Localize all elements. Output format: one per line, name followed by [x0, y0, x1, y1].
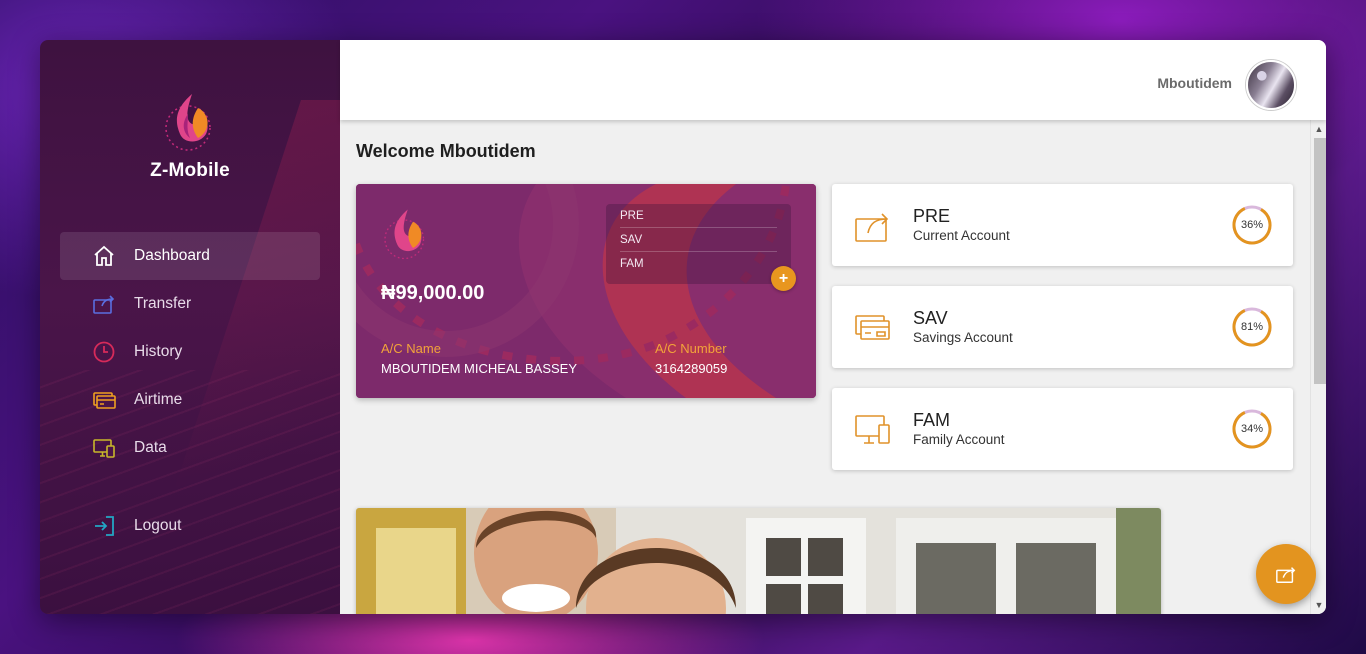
sidebar-item-history[interactable]: History — [60, 328, 320, 376]
user-name[interactable]: Mboutidem — [1157, 75, 1232, 91]
share-icon — [855, 213, 889, 242]
account-code: SAV — [913, 308, 948, 328]
quick-transfer-button[interactable] — [1256, 544, 1316, 604]
card-logo-icon — [384, 209, 425, 260]
sidebar-item-airtime[interactable]: Airtime — [60, 376, 320, 424]
sidebar-item-label: Data — [134, 439, 167, 456]
brand-name: Z-Mobile — [150, 160, 230, 181]
sidebar-item-data[interactable]: Data — [60, 424, 320, 472]
sidebar-item-label: Transfer — [134, 295, 192, 312]
card-account-item[interactable]: PRE — [620, 204, 777, 228]
account-tile-fam[interactable]: FAM Family Account 34% — [832, 388, 1293, 470]
dashboard-content: Welcome Mboutidem PRE SAV FAM + ₦99,000.… — [340, 120, 1310, 614]
add-account-button[interactable]: + — [771, 266, 796, 291]
sidebar-nav: Dashboard Transfer History Airtime Data … — [60, 232, 320, 550]
transfer-icon — [92, 292, 116, 316]
balance-card: PRE SAV FAM + ₦99,000.00 A/C Name MBOUTI… — [356, 184, 816, 398]
card-account-item[interactable]: FAM — [620, 252, 777, 276]
balance-amount: ₦99,000.00 — [381, 282, 485, 304]
cards-icon — [855, 315, 890, 340]
progress-label: 81% — [1240, 321, 1264, 333]
logout-icon — [92, 514, 116, 538]
card-account-list: PRE SAV FAM — [606, 204, 791, 284]
share-icon — [1276, 567, 1296, 583]
brand-logo-icon — [165, 94, 211, 151]
clock-icon — [92, 340, 116, 364]
sidebar-item-label: Airtime — [134, 391, 183, 408]
account-name-label: A/C Name — [381, 341, 441, 356]
scroll-down-arrow-icon[interactable]: ▼ — [1313, 599, 1325, 611]
vertical-scrollbar[interactable]: ▲ ▼ — [1310, 120, 1326, 614]
sidebar-item-logout[interactable]: Logout — [60, 502, 320, 550]
home-icon — [92, 244, 116, 268]
scroll-thumb[interactable] — [1314, 138, 1326, 384]
progress-label: 36% — [1240, 219, 1264, 231]
page-title: Welcome Mboutidem — [356, 141, 536, 161]
account-tile-sav[interactable]: SAV Savings Account 81% — [832, 286, 1293, 368]
sidebar-item-label: Dashboard — [134, 247, 210, 264]
sidebar-item-label: History — [134, 343, 183, 360]
card-account-item[interactable]: SAV — [620, 228, 777, 252]
scroll-up-arrow-icon[interactable]: ▲ — [1313, 123, 1325, 135]
app-window: Z-Mobile Dashboard Transfer History Airt… — [40, 40, 1326, 614]
sidebar: Z-Mobile Dashboard Transfer History Airt… — [40, 40, 340, 614]
account-description: Savings Account — [913, 330, 1013, 345]
data-device-icon — [92, 436, 116, 460]
sidebar-item-transfer[interactable]: Transfer — [60, 280, 320, 328]
account-description: Current Account — [913, 228, 1010, 243]
main-area: Mboutidem Welcome Mboutidem PRE SAV FAM … — [340, 40, 1326, 614]
avatar[interactable] — [1246, 60, 1296, 110]
account-name: MBOUTIDEM MICHEAL BASSEY — [381, 361, 577, 376]
brand: Z-Mobile — [40, 90, 340, 182]
account-code: PRE — [913, 206, 951, 226]
devices-icon — [855, 415, 890, 444]
account-code: FAM — [913, 410, 951, 430]
sidebar-item-label: Logout — [134, 517, 182, 534]
progress-label: 34% — [1240, 423, 1264, 435]
account-description: Family Account — [913, 432, 1005, 447]
account-number-label: A/C Number — [655, 341, 727, 356]
top-bar: Mboutidem — [340, 40, 1326, 120]
promo-banner-image — [356, 508, 1161, 614]
airtime-card-icon — [92, 388, 116, 412]
account-number: 3164289059 — [655, 361, 728, 376]
account-tile-pre[interactable]: PRE Current Account 36% — [832, 184, 1293, 266]
sidebar-item-dashboard[interactable]: Dashboard — [60, 232, 320, 280]
